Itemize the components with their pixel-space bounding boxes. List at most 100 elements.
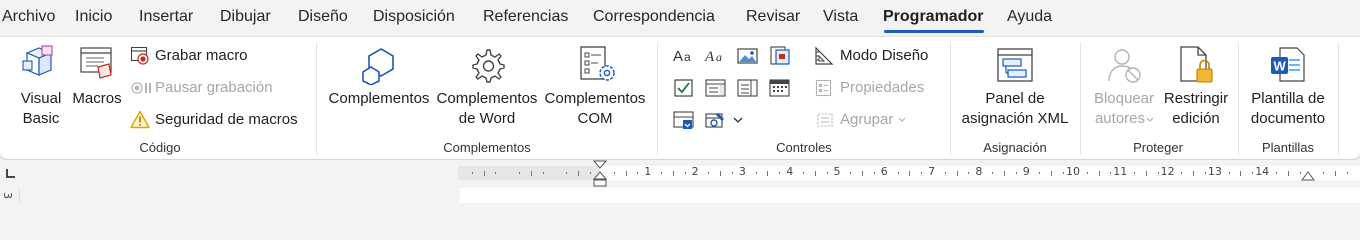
svg-text:A: A [673, 48, 683, 65]
legacy-tools-button[interactable] [704, 109, 746, 131]
picture-control-button[interactable] [736, 45, 760, 67]
ruler-tick [1240, 171, 1241, 176]
combo-box-control-button[interactable] [704, 77, 728, 99]
panel-asignacion-xml-button[interactable]: Panel de asignación XML [958, 41, 1072, 131]
macros-button[interactable]: Macros [70, 41, 124, 131]
seguridad-macros-label: Seguridad de macros [155, 111, 298, 128]
dropdown-list-control-button[interactable] [736, 77, 760, 99]
group-label-asignacion: Asignación [983, 140, 1047, 155]
indent-markers-icon[interactable] [592, 160, 608, 188]
tab-inicio[interactable]: Inicio [75, 8, 112, 26]
tab-revisar[interactable]: Revisar [746, 8, 800, 26]
bloquear-autores-button[interactable]: Bloquear autores [1090, 41, 1158, 131]
ruler-number: 13 [1207, 165, 1222, 178]
pausar-grabacion-button[interactable]: Pausar grabación [128, 77, 288, 99]
propiedades-button[interactable]: Propiedades [812, 77, 936, 99]
ruler-tick [1193, 171, 1194, 176]
tab-disposicion[interactable]: Disposición [373, 8, 455, 26]
complementos-label: Complementos [328, 90, 430, 107]
restringir-edicion-label-2: edición [1172, 110, 1220, 127]
repeating-section-icon [673, 111, 694, 129]
ruler-number: 5 [833, 165, 841, 178]
ruler-tick [898, 172, 899, 174]
ruler-number: 6 [880, 165, 888, 178]
ruler-tick [874, 172, 875, 174]
ruler-tick [850, 172, 851, 174]
ruler-tick [921, 172, 922, 174]
tab-referencias[interactable]: Referencias [483, 8, 568, 26]
macros-icon [80, 47, 112, 79]
ruler-tick [484, 171, 485, 176]
ruler-tick [1276, 172, 1277, 174]
tab-vista[interactable]: Vista [823, 8, 858, 26]
date-picker-control-button[interactable] [768, 77, 792, 99]
add-ins-icon [362, 48, 394, 85]
checkbox-control-button[interactable] [672, 77, 696, 99]
complementos-com-label-1: Complementos [544, 90, 646, 107]
bloquear-autores-label-1: Bloquear [1093, 90, 1155, 107]
vertical-ruler: 3 [0, 188, 20, 203]
checkbox-content-icon [674, 79, 693, 97]
visual-basic-label-2: Basic [22, 110, 60, 127]
complementos-word-button[interactable]: Complementos de Word [434, 41, 540, 131]
ruler-tick [862, 171, 863, 176]
restringir-edicion-label-1: Restringir [1163, 90, 1229, 107]
seguridad-macros-button[interactable]: Seguridad de macros [128, 109, 300, 131]
ruler-tick [1158, 172, 1159, 174]
tab-dibujar[interactable]: Dibujar [220, 8, 271, 26]
ruler-number: 4 [786, 165, 794, 178]
rich-text-control-button[interactable]: A a [672, 45, 696, 67]
right-indent-marker-icon[interactable] [1300, 170, 1316, 182]
repeating-section-control-button[interactable] [672, 109, 696, 131]
gear-icon [472, 49, 505, 83]
block-authors-icon [1108, 49, 1141, 83]
ruler-tick [519, 172, 520, 174]
document-page[interactable] [460, 188, 1360, 203]
complementos-button[interactable]: Complementos [326, 41, 432, 131]
word-document-template-icon: W [1271, 47, 1305, 82]
record-macro-icon [130, 46, 149, 65]
chevron-down-icon [898, 117, 906, 122]
group-separator [1238, 43, 1239, 155]
visual-basic-button[interactable]: Visual Basic [14, 41, 68, 131]
ruler-number: 7 [928, 165, 936, 178]
ruler-tick [637, 172, 638, 174]
tab-diseno[interactable]: Diseño [298, 8, 348, 26]
modo-diseno-button[interactable]: Modo Diseño [812, 45, 936, 67]
tab-ayuda[interactable]: Ayuda [1007, 8, 1052, 26]
tab-archivo[interactable]: Archivo [2, 8, 55, 26]
pausar-grabacion-label: Pausar grabación [155, 79, 273, 96]
ruler-tick [1004, 171, 1005, 176]
restrict-editing-icon [1180, 46, 1213, 83]
com-add-ins-icon [580, 46, 615, 81]
group-separator [1338, 43, 1339, 155]
tab-correspondencia[interactable]: Correspondencia [593, 8, 715, 26]
agrupar-button[interactable]: Agrupar [812, 109, 912, 131]
group-separator [950, 43, 951, 155]
complementos-word-label-1: Complementos [436, 90, 538, 107]
group-separator [1080, 43, 1081, 155]
plantilla-documento-button[interactable]: W Plantilla de documento [1244, 41, 1332, 131]
ruler-tick [1016, 172, 1017, 174]
ruler-tick [1039, 172, 1040, 174]
ruler-number: 14 [1255, 165, 1270, 178]
ruler-tick [909, 171, 910, 176]
grabar-macro-button[interactable]: Grabar macro [128, 45, 278, 67]
group-label-complementos: Complementos [443, 140, 531, 155]
tab-programador[interactable]: Programador [883, 8, 983, 26]
group-label-proteger: Proteger [1133, 140, 1183, 155]
complementos-com-button[interactable]: Complementos COM [542, 41, 648, 131]
svg-text:W: W [1274, 59, 1287, 74]
ruler-number: 10 [1066, 165, 1080, 178]
ruler-tick [661, 172, 662, 174]
ruler-tick [1323, 172, 1324, 174]
complementos-com-label-2: COM [577, 110, 613, 127]
building-block-control-button[interactable] [768, 45, 792, 67]
plain-text-control-button[interactable]: A a [704, 45, 728, 67]
restringir-edicion-button[interactable]: Restringir edición [1158, 41, 1234, 131]
ruler-tick [1051, 171, 1052, 176]
ruler-tick [1252, 172, 1253, 174]
ruler-tick [1063, 172, 1064, 174]
tab-selector-icon[interactable] [4, 168, 16, 180]
tab-insertar[interactable]: Insertar [139, 8, 193, 26]
